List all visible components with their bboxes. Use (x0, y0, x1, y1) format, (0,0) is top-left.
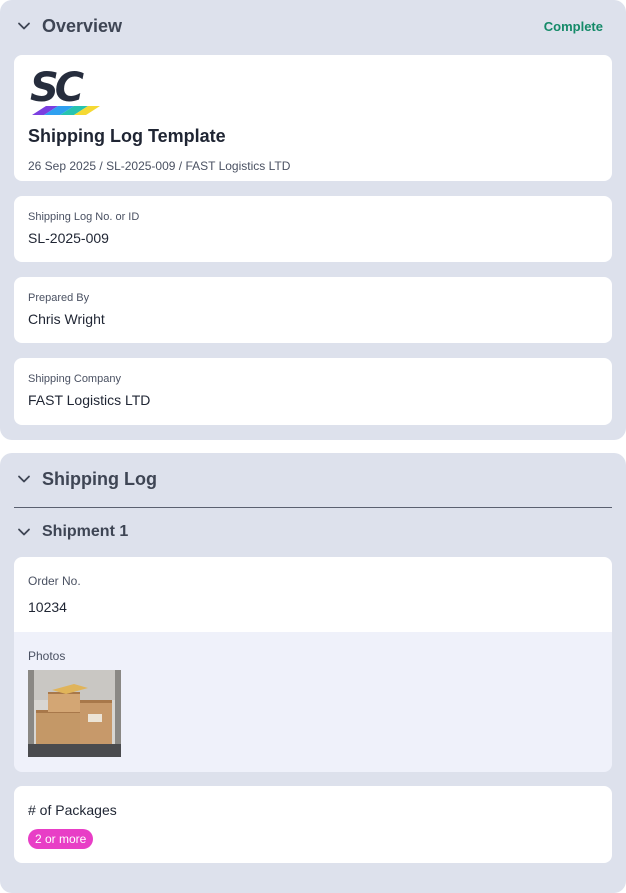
overview-title: Overview (42, 15, 123, 36)
field-prepared-by[interactable]: Prepared By Chris Wright (14, 277, 612, 343)
chevron-down-icon[interactable] (16, 524, 32, 540)
document-subtitle: 26 Sep 2025 / SL-2025-009 / FAST Logisti… (28, 159, 291, 173)
field-value: Chris Wright (28, 311, 105, 327)
photos-label: Photos (28, 649, 66, 663)
shipment-header[interactable]: Shipment 1 (0, 508, 626, 556)
photos-field: Photos (14, 632, 612, 772)
order-value[interactable]: 10234 (28, 599, 67, 615)
packages-field: # of Packages 2 or more (14, 786, 612, 863)
field-label: Prepared By (28, 292, 90, 304)
field-value: SL-2025-009 (28, 230, 109, 246)
shipping-log-section: Shipping Log Shipment 1 Order No. 10234 … (0, 453, 626, 893)
shipping-log-title: Shipping Log (42, 468, 157, 489)
field-label: Shipping Log No. or ID (28, 211, 140, 223)
field-label: Shipping Company (28, 373, 121, 385)
chevron-down-icon[interactable] (16, 18, 32, 34)
status-complete: Complete (543, 18, 603, 34)
shipping-log-header[interactable]: Shipping Log (0, 453, 626, 505)
document-title: Shipping Log Template (28, 126, 226, 146)
svg-text:SC: SC (30, 67, 84, 111)
field-shipping-log-no[interactable]: Shipping Log No. or ID SL-2025-009 (14, 196, 612, 262)
overview-section: Overview Complete SC Shipping Log Templa… (0, 0, 626, 440)
photo-thumbnail[interactable] (28, 670, 121, 757)
shipment-title: Shipment 1 (42, 523, 129, 540)
shipment-card: Order No. 10234 Photos (14, 557, 612, 772)
chevron-down-icon[interactable] (16, 471, 32, 487)
packages-badge[interactable]: 2 or more (28, 829, 94, 849)
packages-label: # of Packages (28, 802, 117, 818)
overview-header[interactable]: Overview Complete (0, 0, 626, 52)
document-header-card: SC Shipping Log Template 26 Sep 2025 / S… (14, 55, 612, 181)
field-shipping-company[interactable]: Shipping Company FAST Logistics LTD (14, 358, 612, 425)
order-label: Order No. (28, 574, 81, 588)
company-logo: SC (28, 65, 102, 119)
field-value: FAST Logistics LTD (28, 392, 151, 408)
